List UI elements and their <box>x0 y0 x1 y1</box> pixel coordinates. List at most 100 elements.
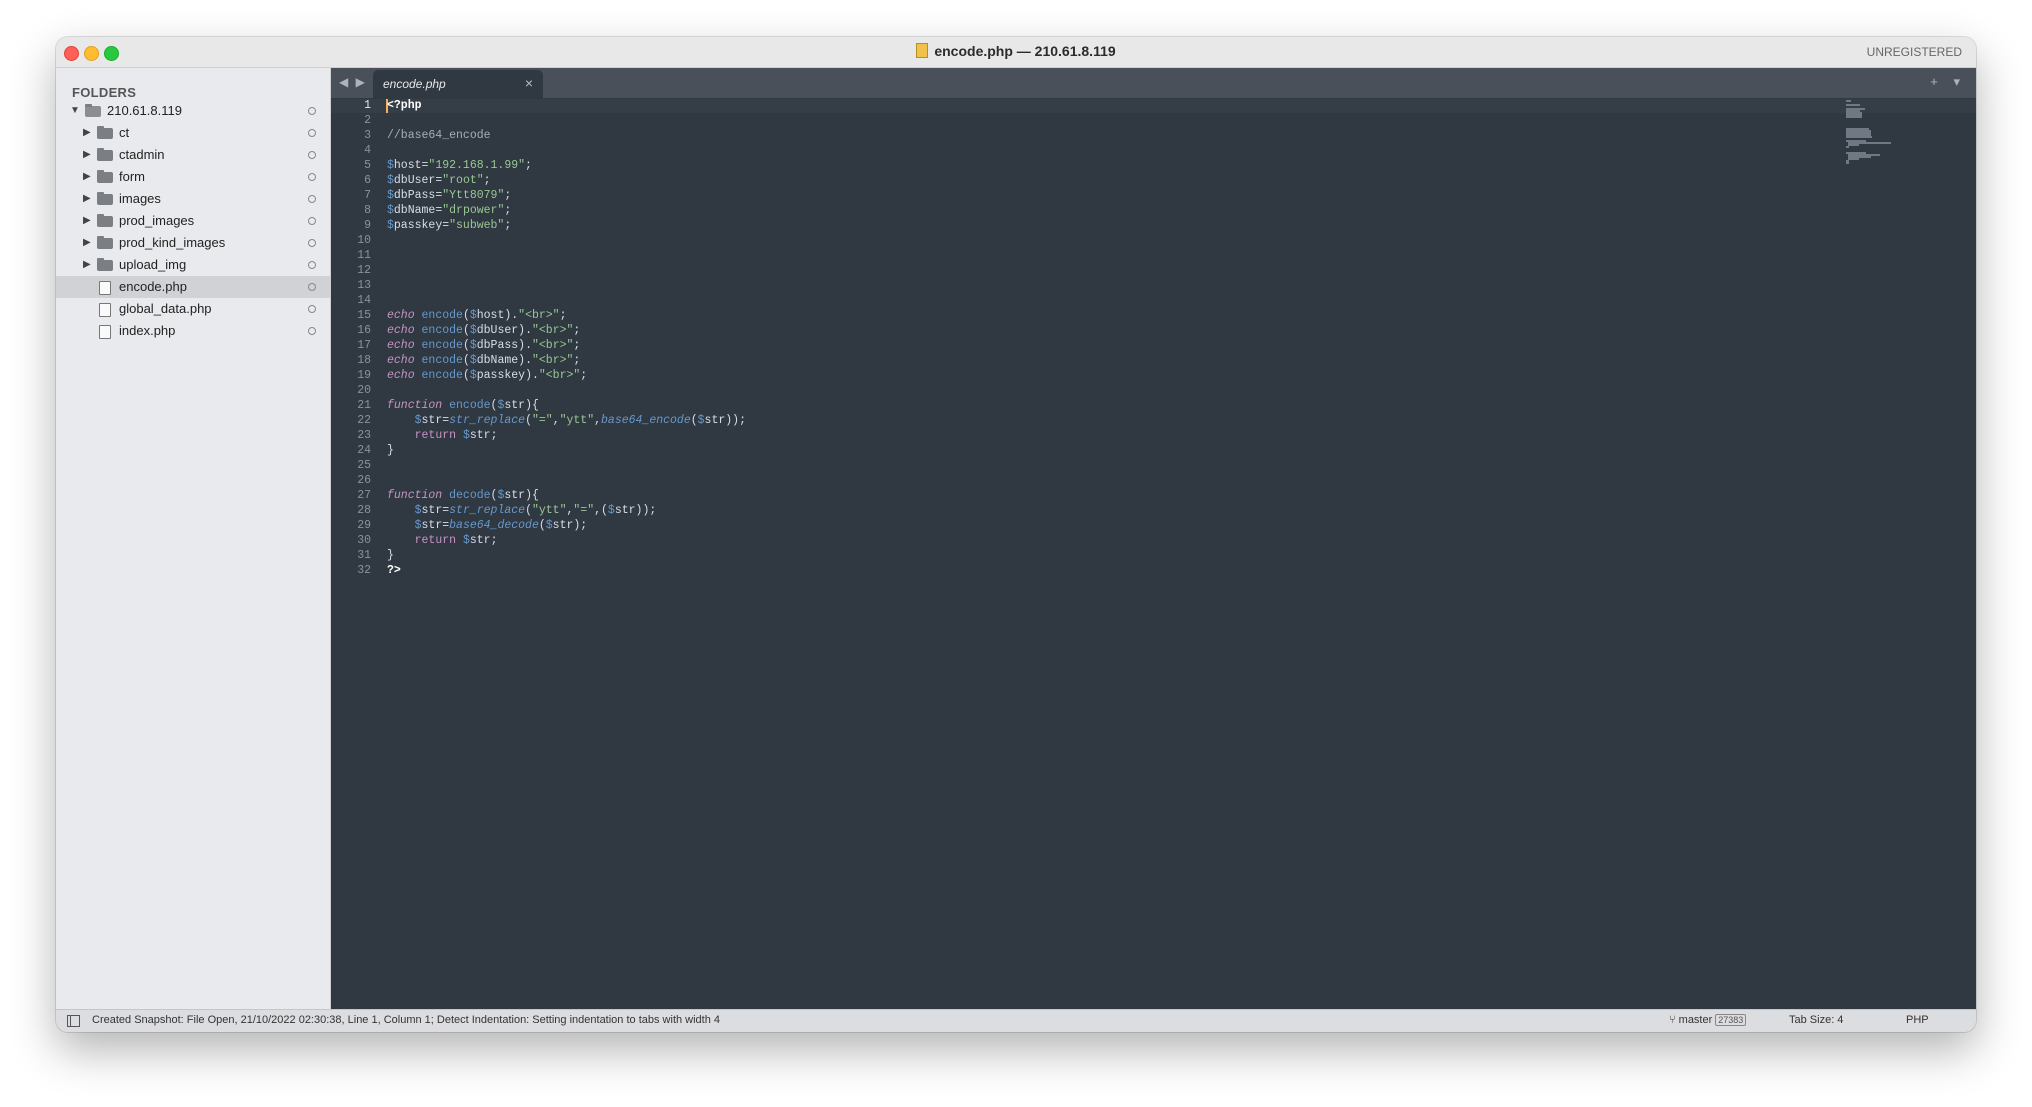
minimap-line <box>1848 144 1859 146</box>
line-number: 12 <box>357 264 371 277</box>
tab-controls-icon[interactable]: + ▾ <box>1930 74 1966 90</box>
code-line: <?php <box>387 99 422 112</box>
close-tab-icon[interactable]: × <box>525 75 533 91</box>
chevron-right-icon[interactable]: ▶ <box>83 144 91 166</box>
window-title: encode.php — 210.61.8.119 <box>56 43 1976 59</box>
code-line: $host="192.168.1.99"; <box>387 159 532 172</box>
line-number: 17 <box>357 339 371 352</box>
minimap-line <box>1848 158 1859 160</box>
line-number: 9 <box>364 219 371 232</box>
line-number: 10 <box>357 234 371 247</box>
minimap-line <box>1846 136 1873 138</box>
tree-item-global-data-php[interactable]: global_data.php <box>56 298 330 320</box>
tree-item-upload-img[interactable]: ▶ upload_img <box>56 254 330 276</box>
line-number: 19 <box>357 369 371 382</box>
tree-item-label: encode.php <box>119 279 187 294</box>
syntax-selector[interactable]: PHP <box>1906 1014 1929 1026</box>
chevron-right-icon[interactable]: ▶ <box>83 188 91 210</box>
status-circle-icon <box>308 129 316 137</box>
chevron-right-icon[interactable]: ▶ <box>83 232 91 254</box>
tree-item-label: prod_images <box>119 213 195 228</box>
tree-item-label: upload_img <box>119 257 187 272</box>
code-line: function encode($str){ <box>387 399 539 412</box>
chevron-right-icon[interactable]: ▶ <box>83 122 91 144</box>
folder-icon <box>97 192 113 205</box>
editor-pane[interactable]: ◀ ▶ encode.php × + ▾ 1 2 3 4 5 6 7 8 9 10 11 12 13 14… <box>331 68 1976 1010</box>
folder-icon <box>97 170 113 183</box>
line-number: 4 <box>364 144 371 157</box>
php-file-icon <box>916 43 929 58</box>
tab-encode-php[interactable]: encode.php × <box>373 70 543 98</box>
tree-item-form[interactable]: ▶ form <box>56 166 330 188</box>
code-line: echo encode($dbName)."<br>"; <box>387 354 581 367</box>
folder-icon <box>97 258 113 271</box>
tab-nav-arrows-icon[interactable]: ◀ ▶ <box>339 75 367 89</box>
folder-icon <box>97 148 113 161</box>
folder-tree: ▼ 210.61.8.119 ▶ ct ▶ ctadmin ▶ form ▶ images ▶ p… <box>56 100 330 342</box>
status-message: Created Snapshot: File Open, 21/10/2022 … <box>92 1014 721 1026</box>
line-number: 1 <box>364 99 371 112</box>
git-branch[interactable]: ⑂ master 27383 <box>1669 1014 1747 1026</box>
tree-root-folder[interactable]: ▼ 210.61.8.119 <box>56 100 330 122</box>
line-number: 21 <box>357 399 371 412</box>
file-icon <box>99 303 111 317</box>
tree-item-label: images <box>119 191 161 206</box>
code-line: $dbName="drpower"; <box>387 204 512 217</box>
folder-icon <box>97 126 113 139</box>
branch-icon: ⑂ <box>1669 1014 1679 1026</box>
chevron-right-icon[interactable]: ▶ <box>83 254 91 276</box>
minimap-line <box>1846 146 1849 148</box>
status-circle-icon <box>308 327 316 335</box>
code-line: $passkey="subweb"; <box>387 219 512 232</box>
minimap[interactable] <box>1846 100 1916 170</box>
chevron-right-icon[interactable]: ▶ <box>83 210 91 232</box>
tree-item-ctadmin[interactable]: ▶ ctadmin <box>56 144 330 166</box>
status-circle-icon <box>308 173 316 181</box>
window-title-text: encode.php — 210.61.8.119 <box>934 43 1116 59</box>
tree-item-label: prod_kind_images <box>119 235 226 250</box>
tree-item-index-php[interactable]: index.php <box>56 320 330 342</box>
code-line: $str=str_replace("=","ytt",base64_encode… <box>414 414 746 427</box>
line-number: 18 <box>357 354 371 367</box>
tree-item-ct[interactable]: ▶ ct <box>56 122 330 144</box>
line-number: 25 <box>357 459 371 472</box>
status-circle-icon <box>308 305 316 313</box>
tab-bar: ◀ ▶ encode.php × + ▾ <box>331 68 1976 98</box>
tree-root-label: 210.61.8.119 <box>107 103 182 118</box>
line-number: 20 <box>357 384 371 397</box>
line-number: 32 <box>357 564 371 577</box>
tree-item-encode-php[interactable]: encode.php <box>56 276 330 298</box>
line-number: 30 <box>357 534 371 547</box>
tree-item-prod-images[interactable]: ▶ prod_images <box>56 210 330 232</box>
chevron-down-icon[interactable]: ▼ <box>70 100 80 122</box>
tree-item-prod-kind-images[interactable]: ▶ prod_kind_images <box>56 232 330 254</box>
code-line: ?> <box>387 564 401 577</box>
code-line: echo encode($host)."<br>"; <box>387 309 567 322</box>
code-line: $dbPass="Ytt8079"; <box>387 189 512 202</box>
line-number: 3 <box>364 129 371 142</box>
minimap-line <box>1846 104 1860 106</box>
toggle-sidebar-icon[interactable] <box>67 1015 80 1027</box>
chevron-right-icon[interactable]: ▶ <box>83 166 91 188</box>
folder-icon <box>97 236 113 249</box>
code-line: //base64_encode <box>387 129 491 142</box>
status-bar: Created Snapshot: File Open, 21/10/2022 … <box>56 1009 1976 1032</box>
tree-item-images[interactable]: ▶ images <box>56 188 330 210</box>
line-number: 7 <box>364 189 371 202</box>
minimap-line <box>1846 162 1849 164</box>
file-icon <box>99 281 111 295</box>
line-number: 6 <box>364 174 371 187</box>
title-bar: encode.php — 210.61.8.119 UNREGISTERED <box>56 37 1976 68</box>
status-circle-icon <box>308 261 316 269</box>
line-number: 13 <box>357 279 371 292</box>
code-area[interactable]: <?php //base64_encode $host="192.168.1.9… <box>387 98 1826 578</box>
code-line: return $str; <box>414 429 498 442</box>
tab-size-selector[interactable]: Tab Size: 4 <box>1789 1014 1843 1026</box>
status-circle-icon <box>308 283 316 291</box>
